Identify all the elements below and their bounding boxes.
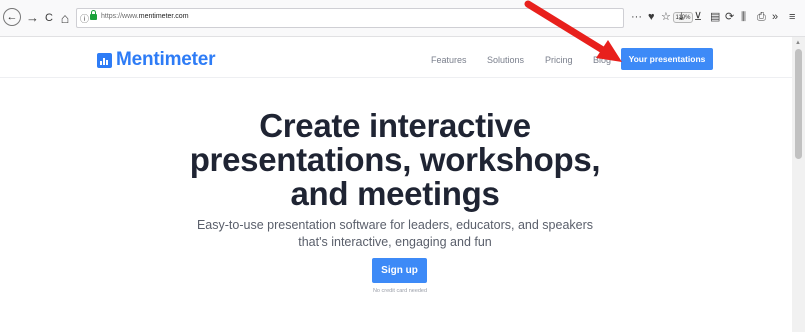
hero-subtitle-line-2: that's interactive, engaging and fun bbox=[298, 235, 492, 249]
overflow-menu-icon[interactable]: » bbox=[772, 10, 778, 24]
info-icon[interactable]: ⓘ bbox=[80, 12, 89, 25]
bookmark-star-icon[interactable]: ☆ bbox=[661, 10, 671, 24]
browser-toolbar: ← → C ⌂ ⓘ https://www.mentimeter.com 110… bbox=[0, 0, 805, 37]
nav-divider bbox=[0, 77, 792, 78]
your-presentations-button[interactable]: Your presentations bbox=[621, 48, 713, 70]
page-actions-icon[interactable]: ··· bbox=[631, 10, 642, 24]
address-bar[interactable]: ⓘ https://www.mentimeter.com 110% bbox=[76, 8, 693, 28]
back-button[interactable]: ← bbox=[3, 8, 21, 26]
hero-subtitle-line-1: Easy-to-use presentation software for le… bbox=[196, 218, 594, 232]
reload-button[interactable]: C bbox=[43, 10, 55, 26]
sign-up-button[interactable]: Sign up bbox=[372, 258, 427, 283]
forward-button[interactable]: → bbox=[26, 10, 39, 26]
hero-heading: Create interactive presentations, worksh… bbox=[150, 109, 640, 211]
hero-heading-line-3: and meetings bbox=[290, 175, 500, 212]
hero-heading-line-1: Create interactive bbox=[259, 107, 531, 144]
reader-view-icon[interactable]: ▤ bbox=[710, 10, 720, 24]
hero-subtitle: Easy-to-use presentation software for le… bbox=[150, 217, 640, 251]
lock-icon bbox=[90, 10, 97, 20]
library-icon[interactable]: ⫼ bbox=[741, 10, 746, 24]
nav-link-solutions[interactable]: Solutions bbox=[487, 55, 524, 65]
logo-chart-icon bbox=[97, 53, 112, 68]
nav-link-pricing[interactable]: Pricing bbox=[545, 55, 573, 65]
history-icon[interactable]: ⟳ bbox=[725, 10, 734, 24]
downloads-icon[interactable]: ⤓ bbox=[679, 10, 684, 24]
nav-link-features[interactable]: Features bbox=[431, 55, 467, 65]
hamburger-menu-icon[interactable]: ≡ bbox=[789, 10, 795, 24]
url-text[interactable]: https://www.mentimeter.com bbox=[101, 13, 189, 20]
no-credit-card-note: No credit card needed bbox=[372, 288, 428, 294]
logo-wordmark: Mentimeter bbox=[116, 49, 216, 70]
home-button[interactable]: ⌂ bbox=[59, 10, 71, 26]
hero-heading-line-2: presentations, workshops, bbox=[189, 141, 601, 178]
print-icon[interactable]: ⎙ bbox=[757, 10, 766, 24]
scroll-up-arrow-icon[interactable]: ▲ bbox=[795, 40, 801, 46]
page-scrollbar[interactable]: ▲ bbox=[792, 37, 805, 332]
nav-link-blog[interactable]: Blog bbox=[593, 55, 611, 65]
pocket-icon[interactable]: ♥ bbox=[648, 10, 655, 24]
scroll-thumb[interactable] bbox=[795, 49, 802, 159]
sync-icon[interactable]: ⊻ bbox=[694, 10, 702, 24]
